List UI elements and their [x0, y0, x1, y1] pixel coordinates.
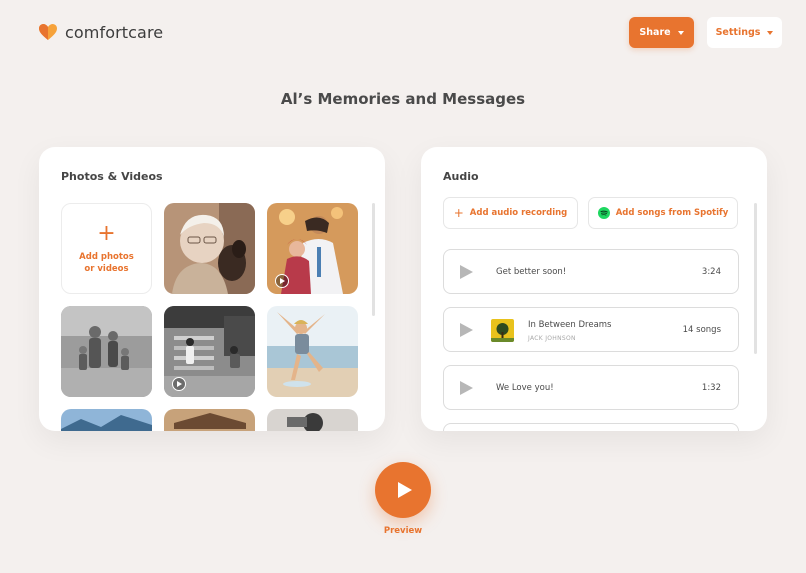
audio-track[interactable]: Get better soon! 3:24 — [443, 249, 739, 294]
logo[interactable]: comfortcare — [38, 22, 163, 42]
photo-image — [61, 409, 152, 431]
add-spotify-songs-label: Add songs from Spotify — [615, 208, 729, 218]
photos-scrollbar[interactable] — [372, 203, 375, 316]
audio-track[interactable] — [443, 423, 739, 431]
audio-scrollbar[interactable] — [754, 203, 757, 354]
photo-tile[interactable] — [267, 306, 358, 397]
plus-icon: + — [97, 220, 116, 246]
photo-tile[interactable] — [61, 409, 152, 431]
audio-title: Audio — [443, 170, 479, 183]
track-duration: 1:32 — [701, 383, 721, 393]
add-audio-recording-label: Add audio recording — [469, 208, 568, 218]
track-title: We Love you! — [496, 383, 554, 393]
logo-text: comfortcare — [65, 22, 164, 42]
track-title: Get better soon! — [496, 267, 567, 277]
audio-track[interactable]: We Love you! 1:32 — [443, 365, 739, 410]
photo-tile[interactable] — [164, 409, 255, 431]
audio-card: Audio + Add audio recording Add songs fr… — [421, 147, 767, 431]
play-icon[interactable] — [460, 323, 473, 337]
chevron-down-icon — [677, 30, 684, 35]
add-photos-label-1: Add photos — [79, 251, 134, 262]
settings-label: Settings — [715, 27, 761, 38]
photo-image — [164, 409, 255, 431]
chevron-down-icon — [767, 30, 774, 35]
page-title: Al’s Memories and Messages — [280, 90, 526, 108]
photo-image — [267, 306, 358, 397]
photos-videos-title: Photos & Videos — [61, 170, 163, 183]
track-title: In Between Dreams — [528, 320, 612, 330]
video-play-icon — [275, 274, 289, 288]
play-icon[interactable] — [460, 381, 473, 395]
add-audio-recording-button[interactable]: + Add audio recording — [443, 197, 578, 229]
spotify-icon — [597, 207, 610, 219]
audio-album[interactable]: In Between Dreams JACK JOHNSON 14 songs — [443, 307, 739, 352]
album-art — [491, 319, 514, 342]
track-duration: 3:24 — [701, 267, 721, 277]
track-artist: JACK JOHNSON — [528, 335, 576, 342]
photo-image — [164, 203, 255, 294]
photo-tile[interactable] — [164, 203, 255, 294]
share-label: Share — [639, 27, 671, 38]
heart-icon — [39, 24, 57, 40]
video-tile[interactable] — [164, 306, 255, 397]
settings-button[interactable]: Settings — [707, 17, 782, 48]
preview-play-button[interactable] — [375, 462, 431, 518]
add-photos-button[interactable]: + Add photos or videos — [61, 203, 152, 294]
preview-label[interactable]: Preview — [375, 526, 431, 536]
photo-image — [61, 306, 152, 397]
photos-videos-card: Photos & Videos + Add photos or videos — [39, 147, 385, 431]
video-tile[interactable] — [267, 203, 358, 294]
add-photos-label-2: or videos — [84, 263, 129, 274]
plus-icon: + — [453, 206, 464, 220]
photo-image — [267, 409, 358, 431]
share-button[interactable]: Share — [629, 17, 694, 48]
video-play-icon — [172, 377, 186, 391]
photo-tile[interactable] — [267, 409, 358, 431]
add-spotify-songs-button[interactable]: Add songs from Spotify — [588, 197, 738, 229]
play-icon[interactable] — [460, 265, 473, 279]
play-icon — [397, 482, 412, 498]
photo-tile[interactable] — [61, 306, 152, 397]
track-song-count: 14 songs — [682, 325, 721, 335]
